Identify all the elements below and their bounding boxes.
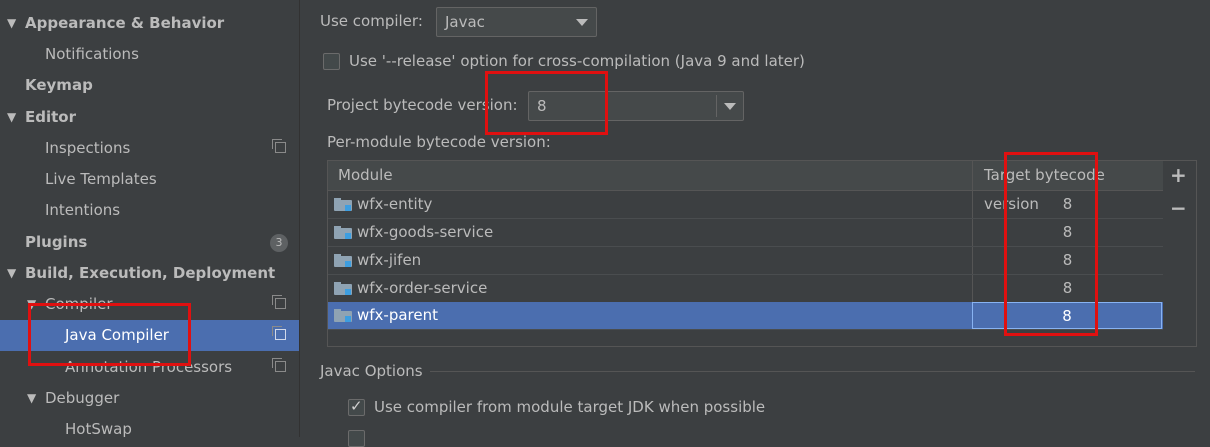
per-module-label: Per-module bytecode version:	[327, 133, 551, 151]
dropdown-arrow-icon	[724, 103, 736, 110]
expand-arrow-icon[interactable]: ▼	[7, 8, 16, 39]
module-folder-icon	[334, 226, 352, 239]
nav-inspections[interactable]: Inspections	[0, 133, 299, 164]
project-settings-icon	[272, 295, 286, 309]
module-folder-icon	[334, 282, 352, 295]
project-settings-icon	[272, 139, 286, 153]
plugins-update-badge: 3	[270, 234, 288, 252]
annotation-highlight-java-compiler	[28, 303, 191, 366]
section-separator	[430, 371, 1195, 372]
use-compiler-value: Javac	[445, 13, 485, 31]
nav-label: Live Templates	[45, 170, 157, 188]
module-name: wfx-order-service	[357, 279, 488, 297]
module-folder-icon	[334, 254, 352, 267]
nav-appearance-behavior[interactable]: ▼ Appearance & Behavior	[0, 8, 299, 39]
nav-keymap[interactable]: Keymap	[0, 70, 299, 101]
nav-intentions[interactable]: Intentions	[0, 195, 299, 226]
nav-label: Inspections	[45, 139, 131, 157]
nav-notifications[interactable]: Notifications	[0, 39, 299, 70]
nav-live-templates[interactable]: Live Templates	[0, 164, 299, 195]
annotation-highlight-target-version	[1004, 152, 1098, 336]
nav-label: Debugger	[45, 389, 120, 407]
nav-label: Build, Execution, Deployment	[25, 264, 276, 282]
module-name: wfx-parent	[357, 306, 439, 324]
nav-label: Notifications	[45, 45, 139, 63]
module-name: wfx-entity	[357, 195, 433, 213]
project-settings-icon	[272, 326, 286, 340]
use-module-target-jdk-checkbox[interactable]	[348, 397, 365, 416]
settings-sidebar: ▼ Appearance & Behavior Notifications Ke…	[0, 0, 300, 438]
add-module-button[interactable]: +	[1170, 163, 1187, 187]
expand-arrow-icon[interactable]: ▼	[27, 383, 36, 414]
nav-editor[interactable]: ▼ Editor	[0, 102, 299, 133]
project-settings-icon	[272, 358, 286, 372]
use-compiler-label: Use compiler:	[320, 12, 423, 30]
expand-arrow-icon[interactable]: ▼	[7, 102, 16, 133]
nav-label: Appearance & Behavior	[25, 14, 225, 32]
column-header-module[interactable]: Module	[338, 161, 393, 190]
module-folder-icon	[334, 309, 352, 322]
nav-debugger[interactable]: ▼ Debugger	[0, 383, 299, 414]
remove-module-button[interactable]: −	[1170, 196, 1187, 220]
next-option-checkbox[interactable]	[348, 430, 365, 447]
use-compiler-select[interactable]: Javac	[436, 7, 597, 37]
release-option-label: Use '--release' option for cross-compila…	[349, 52, 805, 70]
nav-label: HotSwap	[65, 420, 132, 438]
module-folder-icon	[334, 198, 352, 211]
expand-arrow-icon[interactable]: ▼	[7, 258, 16, 289]
javac-options-title: Javac Options	[320, 362, 423, 380]
nav-label: Plugins	[25, 233, 88, 251]
module-name: wfx-jifen	[357, 251, 422, 269]
nav-hotswap[interactable]: HotSwap	[0, 414, 299, 445]
nav-label: Keymap	[25, 76, 93, 94]
nav-label: Intentions	[45, 201, 121, 219]
module-name: wfx-goods-service	[357, 223, 494, 241]
combo-divider	[716, 95, 717, 117]
use-module-target-jdk-label: Use compiler from module target JDK when…	[374, 398, 766, 416]
nav-plugins[interactable]: Plugins 3	[0, 227, 299, 258]
nav-label: Editor	[25, 108, 76, 126]
release-option-checkbox[interactable]	[323, 53, 340, 70]
annotation-highlight-project-bytecode	[485, 71, 608, 135]
dropdown-arrow-icon	[576, 19, 588, 26]
nav-build-execution-deployment[interactable]: ▼ Build, Execution, Deployment	[0, 258, 299, 289]
